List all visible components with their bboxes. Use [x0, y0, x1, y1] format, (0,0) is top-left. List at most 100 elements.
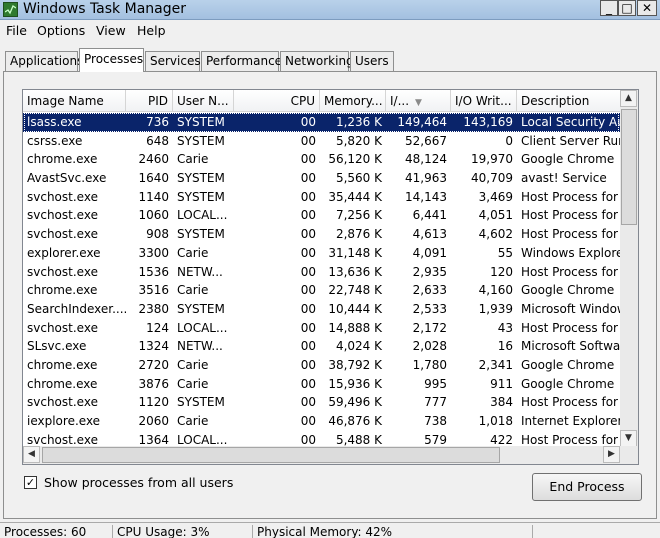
cell-user-name: LOCAL...: [177, 320, 228, 335]
horizontal-scrollbar[interactable]: ◀ ▶: [23, 446, 620, 464]
table-row[interactable]: svchost.exe 124 LOCAL... 00 14,888 K 2,172 43 H…: [23, 319, 620, 338]
cell-io-writes: 1,018: [478, 414, 513, 428]
cell-io-reads: 2,935: [412, 264, 447, 279]
tab-users[interactable]: Users: [350, 51, 394, 71]
cell-pid: 1120: [138, 395, 169, 410]
close-button[interactable]: ✕: [637, 0, 657, 16]
cell-io-reads: 2,633: [412, 283, 447, 298]
tab-applications[interactable]: Applications: [5, 51, 83, 71]
scroll-right-arrow-icon[interactable]: ▶: [603, 446, 620, 463]
cell-description: Host Process for W: [521, 395, 620, 410]
end-process-button[interactable]: End Process: [532, 473, 642, 501]
cell-memory: 7,256 K: [335, 208, 382, 223]
cell-io-writes: 3,469: [478, 189, 513, 204]
cell-io-reads: 2,533: [412, 301, 447, 316]
table-row[interactable]: csrss.exe 648 SYSTEM 00 5,820 K 52,667 0 Client…: [23, 132, 620, 151]
cell-image-name: svchost.exe: [27, 264, 98, 279]
cell-io-writes: 4,160: [478, 283, 513, 298]
minimize-button[interactable]: _: [600, 0, 618, 16]
cell-pid: 648: [146, 133, 169, 148]
table-row[interactable]: svchost.exe 1140 SYSTEM 00 35,444 K 14,143 3,4…: [23, 188, 620, 207]
table-row[interactable]: SLsvc.exe 1324 NETW... 00 4,024 K 2,028 16 Micr…: [23, 337, 620, 356]
cell-image-name: svchost.exe: [27, 227, 98, 242]
cell-description: Windows Explorer: [521, 245, 620, 260]
column-header-user-name[interactable]: User N...: [173, 90, 234, 112]
table-row[interactable]: svchost.exe 1536 NETW... 00 13,636 K 2,935 120…: [23, 263, 620, 282]
table-row[interactable]: chrome.exe 3516 Carie 00 22,748 K 2,633 4,160 G…: [23, 281, 620, 300]
menu-bar: File Options View Help: [0, 21, 660, 41]
table-row[interactable]: svchost.exe 1060 LOCAL... 00 7,256 K 6,441 4,0…: [23, 206, 620, 225]
tab-networking[interactable]: Networking: [280, 51, 354, 71]
column-header-label: Image Name: [27, 94, 104, 108]
tab-processes[interactable]: Processes: [79, 48, 144, 72]
column-header-cpu[interactable]: CPU: [234, 90, 320, 112]
table-row[interactable]: svchost.exe 1120 SYSTEM 00 59,496 K 777 384 Hos…: [23, 393, 620, 412]
cell-user-name: Carie: [177, 245, 209, 260]
vertical-scrollbar[interactable]: ▲ ▼: [620, 90, 638, 447]
column-header-io-writes[interactable]: I/O Writ...: [451, 90, 517, 112]
cell-cpu: 00: [300, 245, 316, 260]
cell-io-writes: 120: [490, 264, 513, 279]
column-header-label: PID: [147, 94, 168, 108]
cell-memory: 31,148 K: [328, 245, 382, 260]
process-list[interactable]: Image Name PID User N... CPU Memory... I…: [22, 89, 639, 465]
cell-pid: 1060: [138, 208, 169, 223]
cell-image-name: SLsvc.exe: [27, 339, 87, 354]
scroll-up-arrow-icon[interactable]: ▲: [620, 90, 637, 107]
table-row[interactable]: AvastSvc.exe 1640 SYSTEM 00 5,560 K 41,963 40,…: [23, 169, 620, 188]
table-row[interactable]: lsass.exe 736 SYSTEM 00 1,236 K 149,464 143,16…: [23, 113, 620, 132]
column-header-io-reads[interactable]: I/... ▼: [386, 90, 451, 112]
cell-image-name: chrome.exe: [27, 152, 98, 167]
cell-description: Host Process for W: [521, 227, 620, 242]
column-header-pid[interactable]: PID: [126, 90, 173, 112]
table-row[interactable]: chrome.exe 2720 Carie 00 38,792 K 1,780 2,341 G…: [23, 356, 620, 375]
table-row[interactable]: SearchIndexer.... 2380 SYSTEM 00 10,444 K 2,5…: [23, 300, 620, 319]
column-header-memory[interactable]: Memory...: [320, 90, 386, 112]
cell-io-reads: 2,172: [412, 320, 447, 335]
cell-description: Microsoft Software: [521, 339, 620, 354]
table-row[interactable]: chrome.exe 3876 Carie 00 15,936 K 995 911 Googl…: [23, 375, 620, 394]
cell-memory: 59,496 K: [328, 395, 382, 410]
menu-file[interactable]: File: [6, 23, 27, 38]
cell-pid: 2060: [138, 414, 169, 428]
cell-pid: 2380: [138, 301, 169, 316]
column-header-description[interactable]: Description: [517, 90, 620, 112]
menu-view[interactable]: View: [96, 23, 126, 38]
maximize-button[interactable]: □: [618, 0, 636, 16]
tab-performance[interactable]: Performance: [201, 51, 282, 71]
cell-user-name: SYSTEM: [177, 133, 225, 148]
table-row[interactable]: chrome.exe 2460 Carie 00 56,120 K 48,124 19,97…: [23, 150, 620, 169]
menu-options[interactable]: Options: [37, 23, 85, 38]
table-row[interactable]: svchost.exe 908 SYSTEM 00 2,876 K 4,613 4,602 H…: [23, 225, 620, 244]
vertical-scroll-thumb[interactable]: [621, 109, 637, 225]
column-header-label: User N...: [177, 94, 229, 108]
show-all-users-checkbox[interactable]: ✓: [24, 476, 37, 489]
column-header-label: Memory...: [324, 94, 383, 108]
cell-cpu: 00: [300, 339, 316, 354]
cell-cpu: 00: [300, 171, 316, 186]
column-header-image-name[interactable]: Image Name: [23, 90, 126, 112]
cell-pid: 2720: [138, 357, 169, 372]
scroll-left-arrow-icon[interactable]: ◀: [23, 446, 40, 463]
cell-cpu: 00: [300, 320, 316, 335]
cell-io-writes: 40,709: [471, 171, 513, 186]
horizontal-scroll-thumb[interactable]: [42, 447, 500, 463]
cell-user-name: SYSTEM: [177, 227, 225, 242]
cell-image-name: AvastSvc.exe: [27, 171, 107, 186]
cell-io-reads: 149,464: [397, 115, 447, 129]
cell-memory: 22,748 K: [328, 283, 382, 298]
cell-description: Local Security Auth: [521, 115, 620, 129]
cell-description: avast! Service: [521, 171, 607, 186]
menu-help[interactable]: Help: [137, 23, 166, 38]
table-row[interactable]: explorer.exe 3300 Carie 00 31,148 K 4,091 55 Wi…: [23, 244, 620, 263]
table-row[interactable]: iexplore.exe 2060 Carie 00 46,876 K 738 1,018 I…: [23, 412, 620, 431]
scroll-down-arrow-icon[interactable]: ▼: [620, 430, 637, 447]
cell-io-reads: 995: [424, 376, 447, 391]
cell-io-reads: 41,963: [405, 171, 447, 186]
cell-image-name: explorer.exe: [27, 245, 101, 260]
tab-services[interactable]: Services: [145, 51, 201, 71]
cell-description: Host Process for W: [521, 264, 620, 279]
cell-memory: 38,792 K: [328, 357, 382, 372]
cell-io-writes: 19,970: [471, 152, 513, 167]
cell-cpu: 00: [300, 208, 316, 223]
